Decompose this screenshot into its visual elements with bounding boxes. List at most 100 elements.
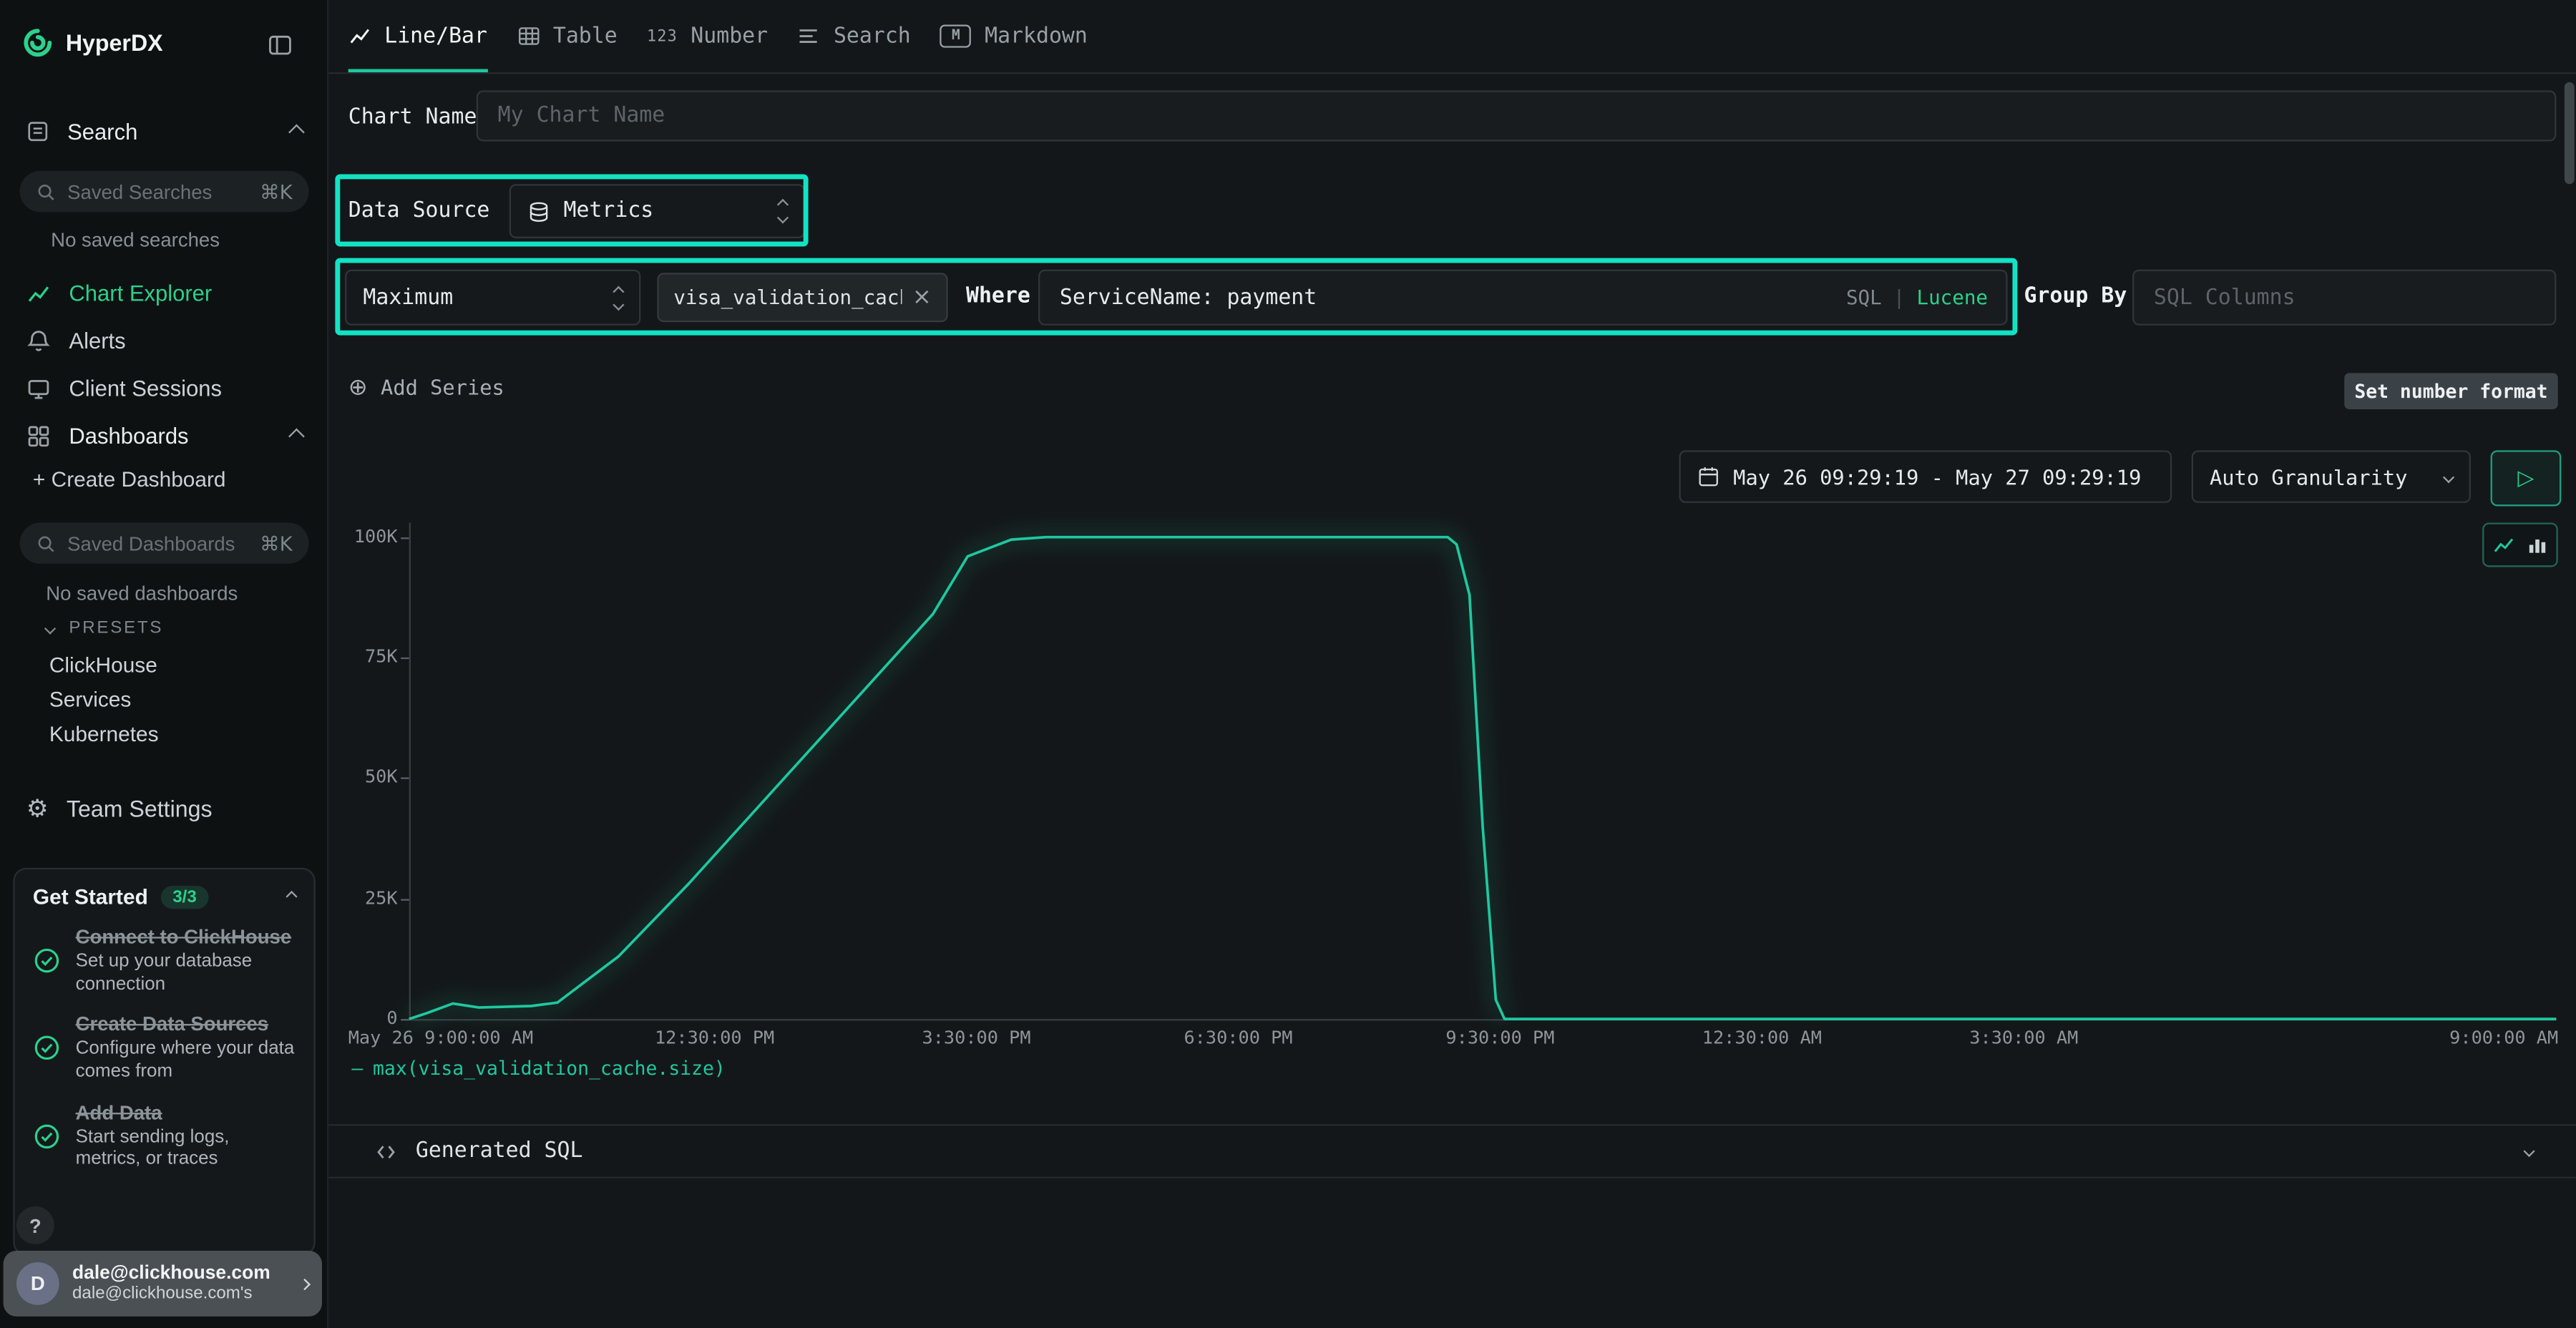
number-123-icon: 123 (647, 27, 678, 45)
check-circle-icon (33, 1122, 61, 1150)
y-axis-tick-label: 75K (328, 646, 397, 668)
logo: HyperDX (23, 28, 162, 57)
y-axis-tick-label: 0 (328, 1007, 397, 1029)
presets-toggle[interactable]: PRESETS (46, 618, 163, 638)
sidebar-item-label: Chart Explorer (69, 280, 212, 305)
aggregation-value: Maximum (363, 285, 453, 310)
x-axis-tick-label: 6:30:00 PM (1184, 1027, 1292, 1049)
metric-chip[interactable]: visa_validation_cach × (657, 273, 947, 322)
y-axis-tick-mark (401, 537, 409, 539)
sidebar-item-label: Team Settings (67, 796, 213, 822)
sidebar-section-label: Dashboards (69, 423, 188, 447)
saved-searches-input[interactable]: Saved Searches ⌘K (20, 171, 309, 212)
y-axis-tick-mark (401, 1019, 409, 1020)
group-by-input[interactable] (2132, 270, 2556, 326)
language-toggle-divider: | (1893, 286, 1906, 309)
checklist-item[interactable]: Create Data Sources Configure where your… (33, 1013, 296, 1084)
tab-line-bar[interactable]: Line/Bar (348, 0, 487, 72)
y-axis-tick-label: 50K (328, 766, 397, 788)
y-axis-tick-label: 100K (328, 526, 397, 547)
get-started-header[interactable]: Get Started 3/3 (33, 884, 296, 909)
close-icon[interactable]: × (902, 284, 932, 311)
data-source-label: Data Source (348, 199, 490, 223)
checklist-item[interactable]: Connect to ClickHouse Set up your databa… (33, 925, 296, 996)
saved-searches-placeholder: Saved Searches (67, 180, 212, 203)
checklist-item-title: Create Data Sources (76, 1013, 296, 1037)
generated-sql-section[interactable]: Generated SQL (328, 1124, 2576, 1178)
no-saved-dashboards-text: No saved dashboards (46, 582, 238, 605)
granularity-select[interactable]: Auto Granularity (2192, 450, 2471, 503)
chart-type-tabs: Line/Bar Table 123 Number Search M Markd… (328, 0, 2576, 74)
data-source-value: Metrics (563, 199, 653, 223)
presets-label: PRESETS (69, 618, 163, 638)
chart-name-label: Chart Name (348, 105, 477, 130)
preset-item-kubernetes[interactable]: Kubernetes (49, 721, 159, 746)
generated-sql-label: Generated SQL (416, 1139, 583, 1163)
tab-table[interactable]: Table (517, 0, 617, 72)
tab-number[interactable]: 123 Number (647, 0, 768, 72)
shortcut-hint: ⌘K (260, 180, 293, 203)
chart-name-input[interactable] (477, 90, 2557, 141)
calendar-icon (1697, 465, 1720, 488)
date-range-picker[interactable]: May 26 09:29:19 - May 27 09:29:19 (1679, 450, 2172, 503)
chevron-down-icon (44, 622, 56, 633)
get-started-card: Get Started 3/3 Connect to ClickHouse Se… (13, 868, 315, 1256)
y-axis-tick-mark (401, 899, 409, 900)
preset-item-services[interactable]: Services (49, 687, 131, 711)
app-title: HyperDX (66, 29, 163, 56)
search-section-icon (26, 120, 49, 143)
plus-circle-icon: ⊕ (348, 376, 368, 399)
date-range-value: May 26 09:29:19 - May 27 09:29:19 (1733, 464, 2141, 489)
user-menu[interactable]: D dale@clickhouse.com dale@clickhouse.co… (4, 1251, 322, 1317)
saved-dashboards-input[interactable]: Saved Dashboards ⌘K (20, 522, 309, 563)
tab-search[interactable]: Search (797, 0, 910, 72)
sidebar-section-label: Search (67, 119, 137, 144)
hyperdx-logo-icon (23, 28, 52, 57)
preset-item-clickhouse[interactable]: ClickHouse (49, 653, 157, 677)
help-button[interactable]: ? (16, 1206, 54, 1244)
user-email: dale@clickhouse.com (72, 1264, 270, 1284)
checklist-item-desc: Set up your database connection (76, 952, 296, 996)
legend-series-name: max(visa_validation_cache.size) (373, 1057, 726, 1080)
group-by-label: Group By (2024, 284, 2127, 308)
lucene-language-toggle[interactable]: Lucene (1916, 286, 1988, 309)
run-query-button[interactable]: ▷ (2491, 450, 2562, 506)
sidebar-section-search[interactable]: Search (0, 112, 328, 151)
chevron-up-icon (286, 891, 297, 902)
line-chart[interactable] (409, 522, 2557, 1019)
tab-markdown[interactable]: M Markdown (940, 0, 1088, 72)
set-number-format-button[interactable]: Set number format (2344, 373, 2557, 409)
sidebar-item-client-sessions[interactable]: Client Sessions (0, 368, 328, 408)
checklist-item[interactable]: Add Data Start sending logs, metrics, or… (33, 1100, 296, 1171)
metric-chip-label: visa_validation_cach (673, 286, 902, 309)
add-series-label: Add Series (381, 375, 504, 399)
sidebar-item-chart-explorer[interactable]: Chart Explorer (0, 273, 328, 312)
x-axis-tick-label: 9:30:00 PM (1445, 1027, 1554, 1049)
avatar: D (16, 1262, 59, 1305)
tab-label: Search (834, 24, 911, 48)
app-root: HyperDX Search Saved Searches ⌘K No save… (0, 0, 2576, 1328)
sidebar-item-alerts[interactable]: Alerts (0, 321, 328, 360)
chevron-down-icon (2443, 471, 2454, 482)
chart-legend[interactable]: — max(visa_validation_cache.size) (351, 1057, 725, 1080)
sidebar-item-label: Client Sessions (69, 376, 222, 400)
select-stepper-icon (779, 200, 786, 222)
progress-badge: 3/3 (161, 885, 208, 908)
create-dashboard-button[interactable]: + Create Dashboard (33, 467, 226, 491)
line-chart-icon (348, 24, 371, 47)
scrollbar-thumb[interactable] (2565, 82, 2575, 184)
aggregation-select[interactable]: Maximum (345, 270, 640, 326)
x-axis-tick-label: May 26 9:00:00 AM (348, 1027, 534, 1049)
sidebar-section-dashboards[interactable]: Dashboards (0, 416, 328, 455)
checklist-item-desc: Configure where your data comes from (76, 1040, 296, 1084)
data-source-select[interactable]: Metrics (509, 184, 805, 238)
collapse-sidebar-icon[interactable] (268, 33, 292, 57)
sidebar-item-team-settings[interactable]: ⚙ Team Settings (0, 789, 328, 829)
tab-label: Markdown (985, 24, 1088, 48)
y-axis-tick-mark (401, 778, 409, 779)
sidebar-item-label: Alerts (69, 328, 125, 352)
sql-language-toggle[interactable]: SQL (1846, 286, 1882, 309)
add-series-button[interactable]: ⊕ Add Series (348, 375, 504, 399)
checklist-item-title: Connect to ClickHouse (76, 925, 296, 949)
x-axis-tick-label: 3:30:00 PM (922, 1027, 1031, 1049)
